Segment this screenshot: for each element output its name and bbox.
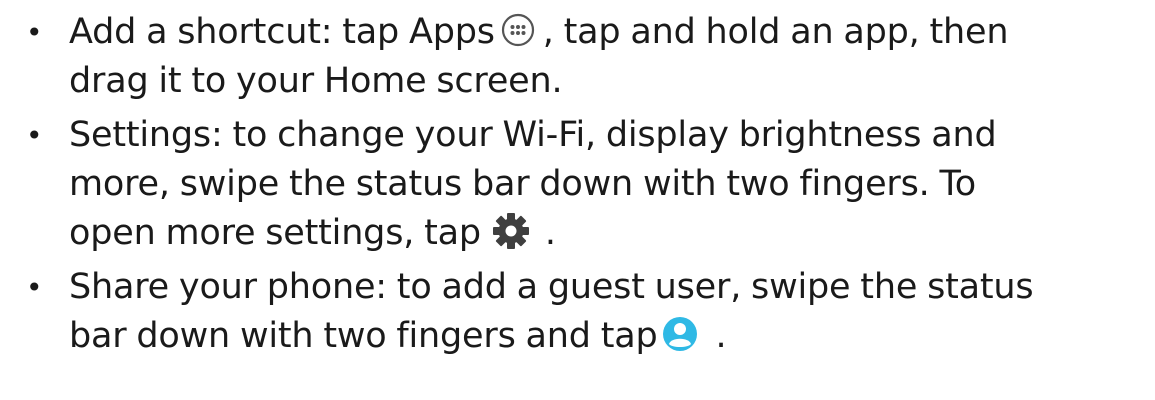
help-document: • Add a shortcut: tap Apps , tap and hol… <box>0 0 1155 400</box>
share-text: bar down with two fingers and tap <box>69 316 658 356</box>
list-item-share: • Share your phone: to add a guest user,… <box>0 263 1155 361</box>
bullet-point: • <box>26 119 43 152</box>
shortcut-line-2: drag it to your Home screen. <box>69 61 563 101</box>
settings-line-3: open more settings, tap . <box>69 209 1155 258</box>
share-text-tail: . <box>715 316 727 356</box>
settings-line-1: Settings: to change your Wi-Fi, display … <box>69 115 997 155</box>
list-item-shortcut: • Add a shortcut: tap Apps , tap and hol… <box>0 8 1155 106</box>
gear-icon <box>492 213 529 249</box>
share-line-2: bar down with two fingers and tap . <box>69 312 1155 361</box>
shortcut-text: Add a shortcut: tap Apps <box>69 12 495 52</box>
bullet-point: • <box>26 271 43 304</box>
settings-line-2: more, swipe the status bar down with two… <box>69 164 976 204</box>
list-item-settings: • Settings: to change your Wi-Fi, displa… <box>0 111 1155 258</box>
share-line-1: Share your phone: to add a guest user, s… <box>69 267 1034 307</box>
shortcut-text-tail: , tap and hold an app, then <box>542 12 1009 52</box>
bullet-point: • <box>26 16 43 49</box>
settings-text-tail: . <box>544 213 556 253</box>
apps-grid-icon <box>501 13 534 47</box>
shortcut-line-1: Add a shortcut: tap Apps , tap and hold … <box>69 8 1155 57</box>
settings-text: open more settings, tap <box>69 213 481 253</box>
account-circle-icon <box>662 317 697 351</box>
tips-list: • Add a shortcut: tap Apps , tap and hol… <box>0 8 1155 361</box>
